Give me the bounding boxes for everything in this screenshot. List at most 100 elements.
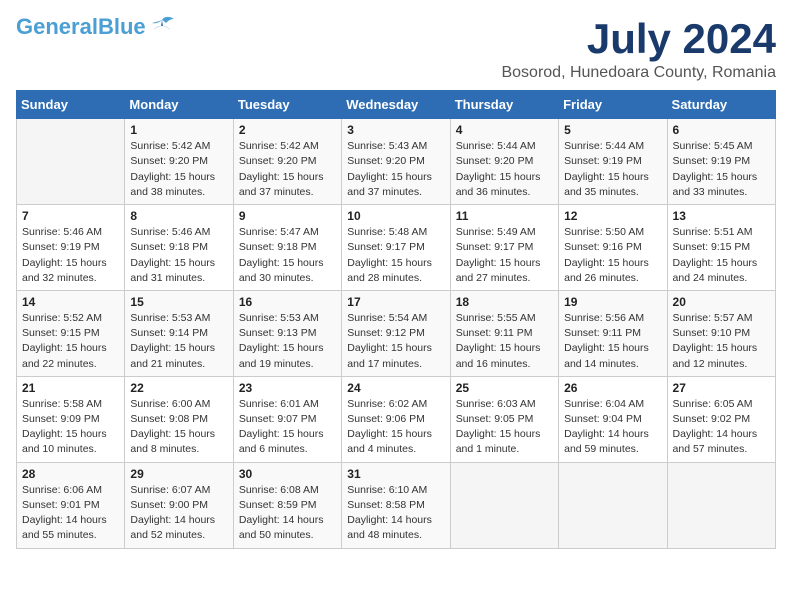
calendar-cell: 16 Sunrise: 5:53 AMSunset: 9:13 PMDayligh… xyxy=(233,290,341,376)
weekday-header-wednesday: Wednesday xyxy=(342,91,450,119)
calendar-cell: 11 Sunrise: 5:49 AMSunset: 9:17 PMDayligh… xyxy=(450,205,558,291)
day-info: Sunrise: 5:42 AMSunset: 9:20 PMDaylight:… xyxy=(239,139,336,200)
calendar-cell: 23 Sunrise: 6:01 AMSunset: 9:07 PMDayligh… xyxy=(233,376,341,462)
day-number: 1 xyxy=(130,123,227,137)
calendar-cell: 21 Sunrise: 5:58 AMSunset: 9:09 PMDayligh… xyxy=(17,376,125,462)
calendar-cell: 18 Sunrise: 5:55 AMSunset: 9:11 PMDayligh… xyxy=(450,290,558,376)
calendar-cell: 22 Sunrise: 6:00 AMSunset: 9:08 PMDayligh… xyxy=(125,376,233,462)
day-info: Sunrise: 5:50 AMSunset: 9:16 PMDaylight:… xyxy=(564,225,661,286)
calendar-cell: 5Sunrise: 5:44 AMSunset: 9:19 PMDaylight… xyxy=(559,119,667,205)
day-info: Sunrise: 6:08 AMSunset: 8:59 PMDaylight:… xyxy=(239,483,336,544)
day-info: Sunrise: 6:05 AMSunset: 9:02 PMDaylight:… xyxy=(673,397,770,458)
day-number: 25 xyxy=(456,381,553,395)
day-info: Sunrise: 5:43 AMSunset: 9:20 PMDaylight:… xyxy=(347,139,444,200)
calendar-cell: 13 Sunrise: 5:51 AMSunset: 9:15 PMDayligh… xyxy=(667,205,775,291)
weekday-header-tuesday: Tuesday xyxy=(233,91,341,119)
calendar-cell: 26Sunrise: 6:04 AMSunset: 9:04 PMDayligh… xyxy=(559,376,667,462)
day-number: 14 xyxy=(22,295,119,309)
day-info: Sunrise: 6:01 AMSunset: 9:07 PMDaylight:… xyxy=(239,397,336,458)
calendar-cell: 25 Sunrise: 6:03 AMSunset: 9:05 PMDayligh… xyxy=(450,376,558,462)
day-number: 12 xyxy=(564,209,661,223)
day-info: Sunrise: 5:52 AMSunset: 9:15 PMDaylight:… xyxy=(22,311,119,372)
day-info: Sunrise: 6:06 AMSunset: 9:01 PMDaylight:… xyxy=(22,483,119,544)
day-info: Sunrise: 5:54 AMSunset: 9:12 PMDaylight:… xyxy=(347,311,444,372)
calendar-cell: 17Sunrise: 5:54 AMSunset: 9:12 PMDayligh… xyxy=(342,290,450,376)
logo: GeneralBlue xyxy=(16,16,176,38)
day-info: Sunrise: 5:46 AMSunset: 9:18 PMDaylight:… xyxy=(130,225,227,286)
day-number: 15 xyxy=(130,295,227,309)
calendar-cell: 7Sunrise: 5:46 AMSunset: 9:19 PMDaylight… xyxy=(17,205,125,291)
day-number: 18 xyxy=(456,295,553,309)
day-number: 28 xyxy=(22,467,119,481)
calendar-location: Bosorod, Hunedoara County, Romania xyxy=(501,64,776,82)
day-number: 19 xyxy=(564,295,661,309)
day-info: Sunrise: 5:58 AMSunset: 9:09 PMDaylight:… xyxy=(22,397,119,458)
calendar-cell xyxy=(450,462,558,548)
calendar-cell: 12 Sunrise: 5:50 AMSunset: 9:16 PMDayligh… xyxy=(559,205,667,291)
day-info: Sunrise: 6:10 AMSunset: 8:58 PMDaylight:… xyxy=(347,483,444,544)
day-info: Sunrise: 6:00 AMSunset: 9:08 PMDaylight:… xyxy=(130,397,227,458)
day-number: 24 xyxy=(347,381,444,395)
weekday-header-saturday: Saturday xyxy=(667,91,775,119)
day-info: Sunrise: 5:57 AMSunset: 9:10 PMDaylight:… xyxy=(673,311,770,372)
day-info: Sunrise: 5:51 AMSunset: 9:15 PMDaylight:… xyxy=(673,225,770,286)
calendar-cell: 4 Sunrise: 5:44 AMSunset: 9:20 PMDaylight… xyxy=(450,119,558,205)
day-info: Sunrise: 5:44 AMSunset: 9:20 PMDaylight:… xyxy=(456,139,553,200)
day-number: 3 xyxy=(347,123,444,137)
day-number: 8 xyxy=(130,209,227,223)
day-number: 31 xyxy=(347,467,444,481)
calendar-cell xyxy=(559,462,667,548)
day-info: Sunrise: 5:47 AMSunset: 9:18 PMDaylight:… xyxy=(239,225,336,286)
day-number: 23 xyxy=(239,381,336,395)
calendar-cell: 29 Sunrise: 6:07 AMSunset: 9:00 PMDayligh… xyxy=(125,462,233,548)
title-block: July 2024 Bosorod, Hunedoara County, Rom… xyxy=(501,16,776,82)
calendar-table: SundayMondayTuesdayWednesdayThursdayFrid… xyxy=(16,90,776,548)
calendar-cell: 20 Sunrise: 5:57 AMSunset: 9:10 PMDayligh… xyxy=(667,290,775,376)
day-number: 11 xyxy=(456,209,553,223)
calendar-week-5: 28 Sunrise: 6:06 AMSunset: 9:01 PMDayligh… xyxy=(17,462,776,548)
calendar-cell: 10Sunrise: 5:48 AMSunset: 9:17 PMDayligh… xyxy=(342,205,450,291)
day-number: 27 xyxy=(673,381,770,395)
day-number: 20 xyxy=(673,295,770,309)
calendar-cell: 2Sunrise: 5:42 AMSunset: 9:20 PMDaylight… xyxy=(233,119,341,205)
day-number: 13 xyxy=(673,209,770,223)
calendar-cell: 15 Sunrise: 5:53 AMSunset: 9:14 PMDayligh… xyxy=(125,290,233,376)
calendar-cell xyxy=(667,462,775,548)
day-info: Sunrise: 5:53 AMSunset: 9:14 PMDaylight:… xyxy=(130,311,227,372)
day-info: Sunrise: 5:49 AMSunset: 9:17 PMDaylight:… xyxy=(456,225,553,286)
logo-general: General xyxy=(16,14,98,39)
calendar-cell: 9 Sunrise: 5:47 AMSunset: 9:18 PMDaylight… xyxy=(233,205,341,291)
calendar-cell: 27 Sunrise: 6:05 AMSunset: 9:02 PMDayligh… xyxy=(667,376,775,462)
day-number: 21 xyxy=(22,381,119,395)
day-number: 22 xyxy=(130,381,227,395)
day-info: Sunrise: 5:56 AMSunset: 9:11 PMDaylight:… xyxy=(564,311,661,372)
day-info: Sunrise: 5:44 AMSunset: 9:19 PMDaylight:… xyxy=(564,139,661,200)
day-number: 10 xyxy=(347,209,444,223)
calendar-cell xyxy=(17,119,125,205)
weekday-header-sunday: Sunday xyxy=(17,91,125,119)
calendar-cell: 19 Sunrise: 5:56 AMSunset: 9:11 PMDayligh… xyxy=(559,290,667,376)
day-number: 16 xyxy=(239,295,336,309)
logo-bird-icon xyxy=(148,16,176,38)
day-number: 4 xyxy=(456,123,553,137)
calendar-cell: 24 Sunrise: 6:02 AMSunset: 9:06 PMDayligh… xyxy=(342,376,450,462)
day-number: 6 xyxy=(673,123,770,137)
calendar-week-1: 1 Sunrise: 5:42 AMSunset: 9:20 PMDaylight… xyxy=(17,119,776,205)
day-number: 9 xyxy=(239,209,336,223)
weekday-header-row: SundayMondayTuesdayWednesdayThursdayFrid… xyxy=(17,91,776,119)
weekday-header-monday: Monday xyxy=(125,91,233,119)
day-info: Sunrise: 5:46 AMSunset: 9:19 PMDaylight:… xyxy=(22,225,119,286)
calendar-cell: 31 Sunrise: 6:10 AMSunset: 8:58 PMDayligh… xyxy=(342,462,450,548)
day-info: Sunrise: 6:02 AMSunset: 9:06 PMDaylight:… xyxy=(347,397,444,458)
day-info: Sunrise: 6:03 AMSunset: 9:05 PMDaylight:… xyxy=(456,397,553,458)
day-number: 29 xyxy=(130,467,227,481)
calendar-cell: 8 Sunrise: 5:46 AMSunset: 9:18 PMDaylight… xyxy=(125,205,233,291)
calendar-week-3: 14 Sunrise: 5:52 AMSunset: 9:15 PMDayligh… xyxy=(17,290,776,376)
day-info: Sunrise: 5:55 AMSunset: 9:11 PMDaylight:… xyxy=(456,311,553,372)
day-info: Sunrise: 5:42 AMSunset: 9:20 PMDaylight:… xyxy=(130,139,227,200)
calendar-title: July 2024 xyxy=(501,16,776,62)
day-info: Sunrise: 5:45 AMSunset: 9:19 PMDaylight:… xyxy=(673,139,770,200)
weekday-header-friday: Friday xyxy=(559,91,667,119)
day-info: Sunrise: 6:07 AMSunset: 9:00 PMDaylight:… xyxy=(130,483,227,544)
day-info: Sunrise: 5:53 AMSunset: 9:13 PMDaylight:… xyxy=(239,311,336,372)
